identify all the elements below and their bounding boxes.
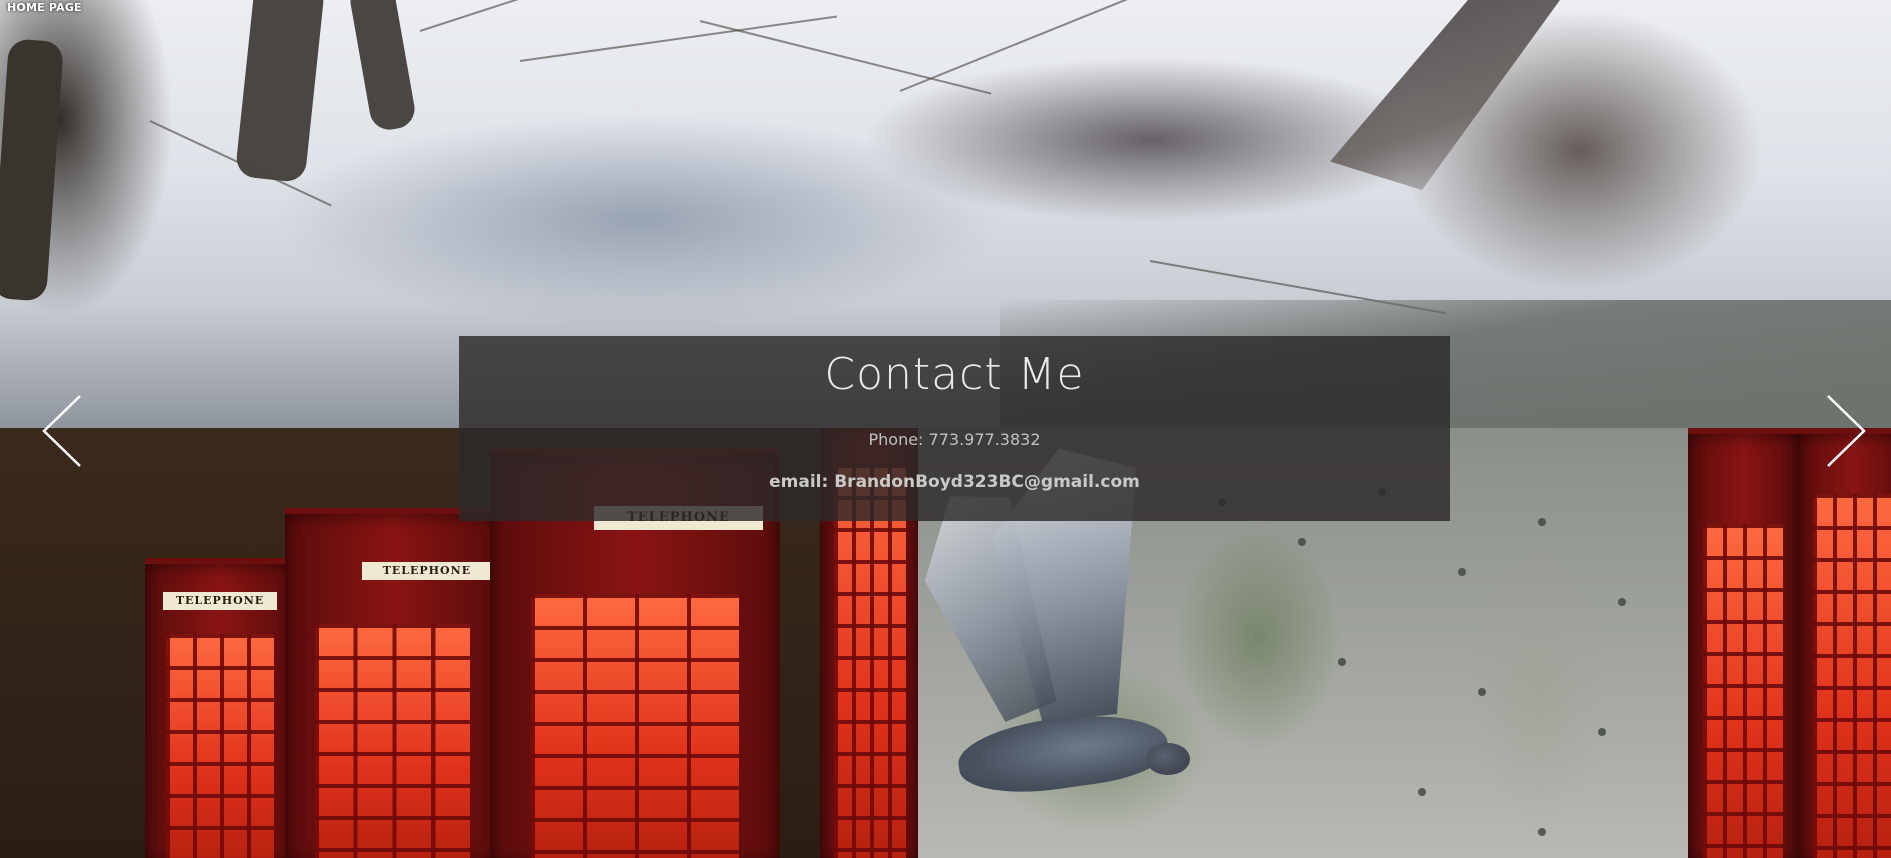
chevron-left-icon	[42, 395, 81, 467]
home-page-link[interactable]: HOME PAGE	[7, 1, 82, 14]
contact-phone: Phone: 773.977.3832	[868, 430, 1041, 449]
chevron-right-icon	[1827, 395, 1866, 467]
telephone-booths-photo-right	[1688, 428, 1891, 858]
next-slide-button[interactable]	[1818, 392, 1868, 470]
contact-email[interactable]: email: BrandonBoyd323BC@gmail.com	[459, 472, 1450, 492]
previous-slide-button[interactable]	[40, 392, 90, 470]
contact-panel: Contact Me Phone: 773.977.3832 email: Br…	[459, 336, 1450, 521]
contact-title: Contact Me	[824, 349, 1085, 400]
page: TELEPHONE TELEPHONE TELEPHONE	[0, 0, 1891, 858]
